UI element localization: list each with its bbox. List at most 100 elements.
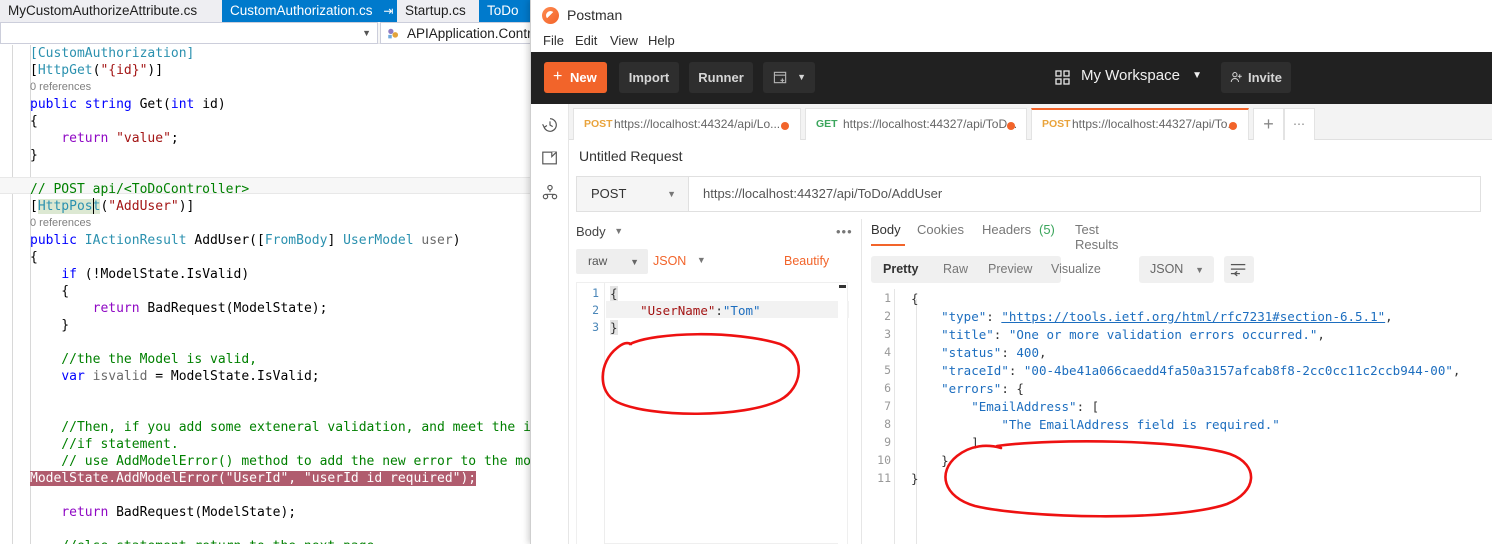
- line-number: 1: [592, 286, 599, 300]
- request-tab-bar: POST https://localhost:44324/api/Lo... G…: [569, 104, 1492, 140]
- body-line-3: }: [610, 320, 618, 335]
- code-line: //if statement.: [30, 437, 179, 452]
- response-line: }: [911, 471, 919, 486]
- menu-edit[interactable]: Edit: [575, 33, 597, 48]
- request-tab-url: https://localhost:44327/api/To...: [1072, 117, 1238, 131]
- beautify-button[interactable]: Beautify: [784, 254, 829, 268]
- response-line: "status": 400,: [941, 345, 1047, 360]
- menu-view[interactable]: View: [610, 33, 638, 48]
- grid-icon: [1055, 70, 1070, 85]
- body-format-dropdown[interactable]: JSON ▼: [653, 254, 706, 268]
- editor-scrollbar[interactable]: [838, 283, 847, 544]
- import-button[interactable]: Import: [619, 62, 679, 93]
- line-number: 8: [884, 417, 891, 431]
- window-title: Postman: [567, 7, 623, 23]
- url-bar: POST ▼ https://localhost:44327/api/ToDo/…: [576, 176, 1481, 212]
- code-line: // POST api/<ToDoController>: [30, 182, 250, 197]
- response-line: {: [911, 291, 919, 306]
- add-tab-button[interactable]: +: [1253, 108, 1284, 140]
- scrollbar-thumb[interactable]: [839, 285, 846, 288]
- request-body-label: Body: [576, 224, 606, 239]
- line-number: 6: [884, 381, 891, 395]
- chevron-down-icon: ▼: [797, 72, 806, 82]
- line-number: 4: [884, 345, 891, 359]
- invite-button[interactable]: Invite: [1221, 62, 1291, 93]
- editor-tab-label: ToDo: [487, 3, 519, 18]
- response-tab-body[interactable]: Body: [871, 222, 901, 237]
- response-tab-test-results[interactable]: Test Results: [1075, 222, 1118, 252]
- code-line: {: [30, 114, 38, 129]
- history-icon[interactable]: [541, 116, 559, 134]
- code-line: [HttpPost("AddUser")]: [30, 199, 195, 214]
- url-input[interactable]: https://localhost:44327/api/ToDo/AddUser: [703, 186, 942, 201]
- editor-tab-0[interactable]: MyCustomAuthorizeAttribute.cs: [0, 0, 222, 22]
- postman-window: Postman File Edit View Help + New Import…: [530, 0, 1492, 544]
- code-line: return BadRequest(ModelState);: [61, 505, 297, 520]
- apis-nodes-icon[interactable]: [541, 184, 559, 202]
- workspace-selector[interactable]: My Workspace ▼: [1081, 67, 1202, 84]
- request-body-editor[interactable]: 1 2 3 { "UserName":"Tom" }: [576, 282, 849, 544]
- collections-folder-icon[interactable]: [541, 149, 559, 167]
- chevron-down-icon: ▼: [1192, 70, 1202, 81]
- line-number: 9: [884, 435, 891, 449]
- line-number: 10: [877, 453, 891, 467]
- new-button[interactable]: + New: [544, 62, 607, 93]
- postman-logo-icon: [542, 7, 559, 24]
- response-line: }: [941, 453, 949, 468]
- new-window-icon: [773, 71, 787, 84]
- code-line: if (!ModelState.IsValid): [61, 267, 250, 282]
- new-window-button[interactable]: ▼: [763, 62, 815, 93]
- chevron-down-icon: ▼: [362, 28, 371, 38]
- code-line: return "value";: [61, 131, 179, 146]
- screenshot-root: MyCustomAuthorizeAttribute.cs CustomAuth…: [0, 0, 1492, 544]
- line-number: 2: [592, 303, 599, 317]
- body-line-2: "UserName":"Tom": [640, 303, 761, 318]
- response-tab-headers[interactable]: Headers: [982, 222, 1031, 237]
- runner-button[interactable]: Runner: [689, 62, 753, 93]
- code-line: //else statement return to the next page…: [30, 538, 382, 544]
- request-tab-2[interactable]: POST https://localhost:44327/api/To...: [1031, 108, 1249, 140]
- request-tab-method: POST: [1042, 118, 1071, 130]
- menu-bar: File Edit View Help: [531, 31, 1492, 52]
- scope-dropdown[interactable]: ▼: [0, 22, 378, 44]
- line-number: 3: [592, 320, 599, 334]
- code-line: {: [30, 250, 38, 265]
- response-body-viewer[interactable]: 1 {2 "type": "https://tools.ietf.org/html…: [871, 289, 1492, 544]
- word-wrap-button[interactable]: [1224, 256, 1254, 283]
- code-line: var isvalid = ModelState.IsValid;: [61, 369, 320, 384]
- method-label: POST: [591, 186, 627, 201]
- response-format-label: JSON: [1150, 262, 1184, 276]
- request-tab-1[interactable]: GET https://localhost:44327/api/ToD...: [805, 108, 1027, 140]
- workspace-label: My Workspace: [1081, 67, 1180, 84]
- line-number: 3: [884, 327, 891, 341]
- request-tab-0[interactable]: POST https://localhost:44324/api/Lo...: [573, 108, 801, 140]
- code-references[interactable]: 0 references: [30, 215, 91, 232]
- response-format-dropdown[interactable]: JSON ▼: [1139, 256, 1214, 283]
- postman-titlebar: Postman: [531, 0, 1492, 31]
- body-mode-dropdown[interactable]: raw ▼: [576, 249, 648, 274]
- panel-splitter[interactable]: [861, 219, 862, 544]
- postman-main: POST https://localhost:44324/api/Lo... G…: [531, 104, 1492, 544]
- menu-file[interactable]: File: [543, 33, 564, 48]
- request-name[interactable]: Untitled Request: [579, 148, 683, 164]
- code-line: [CustomAuthorization]: [30, 46, 195, 61]
- line-number: 2: [884, 309, 891, 323]
- editor-tab-1[interactable]: CustomAuthorization.cs ⇥ ✕: [222, 0, 414, 22]
- response-tab-cookies[interactable]: Cookies: [917, 222, 964, 237]
- menu-help[interactable]: Help: [648, 33, 675, 48]
- postman-toolbar: + New Import Runner ▼ My Workspace ▼ Inv…: [531, 52, 1492, 104]
- tab-options-button[interactable]: ⋯: [1284, 108, 1315, 140]
- response-line: "EmailAddress": [: [971, 399, 1100, 414]
- plus-icon: +: [553, 68, 563, 85]
- line-number: 5: [884, 363, 891, 377]
- request-body-section[interactable]: Body ▼: [576, 224, 623, 239]
- method-dropdown[interactable]: POST ▼: [577, 177, 689, 211]
- request-tab-url: https://localhost:44327/api/ToD...: [843, 117, 1018, 131]
- request-tab-url: https://localhost:44324/api/Lo...: [614, 117, 781, 131]
- editor-tab-2[interactable]: Startup.cs: [397, 0, 479, 22]
- code-references[interactable]: 0 references: [30, 79, 91, 96]
- chevron-down-icon: ▼: [614, 226, 624, 236]
- line-number: 11: [877, 471, 891, 485]
- request-body-more-button[interactable]: •••: [836, 224, 853, 239]
- pin-icon[interactable]: ⇥: [383, 4, 393, 18]
